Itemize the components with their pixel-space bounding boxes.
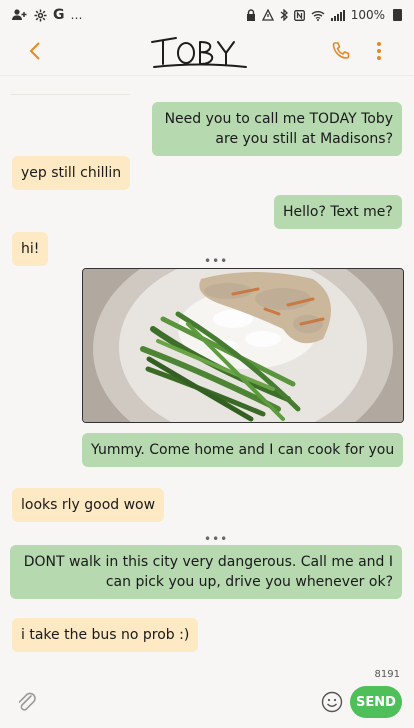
status-bar: G … 100% bbox=[0, 0, 414, 30]
add-contact-icon bbox=[12, 9, 27, 20]
sent-message[interactable]: Need you to call me TODAY Toby are you s… bbox=[152, 102, 402, 156]
attach-icon bbox=[18, 692, 36, 711]
send-button[interactable]: SEND bbox=[350, 686, 402, 718]
contact-name-title[interactable] bbox=[150, 32, 250, 72]
back-arrow-icon bbox=[29, 42, 40, 60]
settings-icon bbox=[34, 9, 47, 21]
divider bbox=[10, 94, 130, 95]
emoji-icon bbox=[321, 691, 343, 713]
status-left: G … bbox=[12, 7, 83, 23]
message-ellipsis: ••• bbox=[204, 254, 229, 268]
signal-icon bbox=[330, 9, 345, 21]
received-message[interactable]: i take the bus no prob :) bbox=[12, 618, 199, 652]
sent-message[interactable]: Hello? Text me? bbox=[274, 195, 402, 229]
emoji-button[interactable] bbox=[320, 690, 344, 714]
bluetooth-icon bbox=[280, 9, 288, 21]
lock-icon bbox=[246, 9, 255, 21]
google-icon: G bbox=[53, 7, 65, 23]
received-message[interactable]: yep still chillin bbox=[12, 156, 131, 190]
battery-icon bbox=[393, 9, 402, 21]
message-ellipsis: ••• bbox=[204, 532, 229, 546]
more-options-button[interactable] bbox=[366, 36, 392, 66]
received-message[interactable]: hi! bbox=[12, 232, 49, 266]
more-notifications-indicator: … bbox=[70, 8, 83, 22]
character-counter: 8191 bbox=[374, 669, 400, 680]
call-button[interactable] bbox=[326, 36, 356, 66]
more-vert-icon bbox=[377, 42, 381, 60]
phone-icon bbox=[332, 42, 350, 59]
status-right: 100% bbox=[246, 8, 402, 22]
attach-button[interactable] bbox=[14, 688, 40, 718]
conversation-header bbox=[0, 30, 414, 76]
message-composer: SEND bbox=[0, 684, 414, 728]
sent-message[interactable]: Yummy. Come home and I can cook for you bbox=[82, 433, 404, 467]
battery-percent: 100% bbox=[350, 8, 385, 22]
image-message[interactable] bbox=[82, 268, 404, 423]
back-button[interactable] bbox=[20, 36, 50, 66]
contact-name-handwritten bbox=[151, 37, 247, 68]
photo-of-plate-with-green-beans-rice-and-chicken bbox=[83, 269, 403, 422]
wifi-icon bbox=[311, 10, 325, 21]
nfc-icon bbox=[293, 9, 305, 21]
received-message[interactable]: looks rly good wow bbox=[12, 488, 165, 522]
sent-message[interactable]: DONT walk in this city very dangerous. C… bbox=[10, 545, 402, 599]
warning-icon bbox=[261, 9, 274, 21]
